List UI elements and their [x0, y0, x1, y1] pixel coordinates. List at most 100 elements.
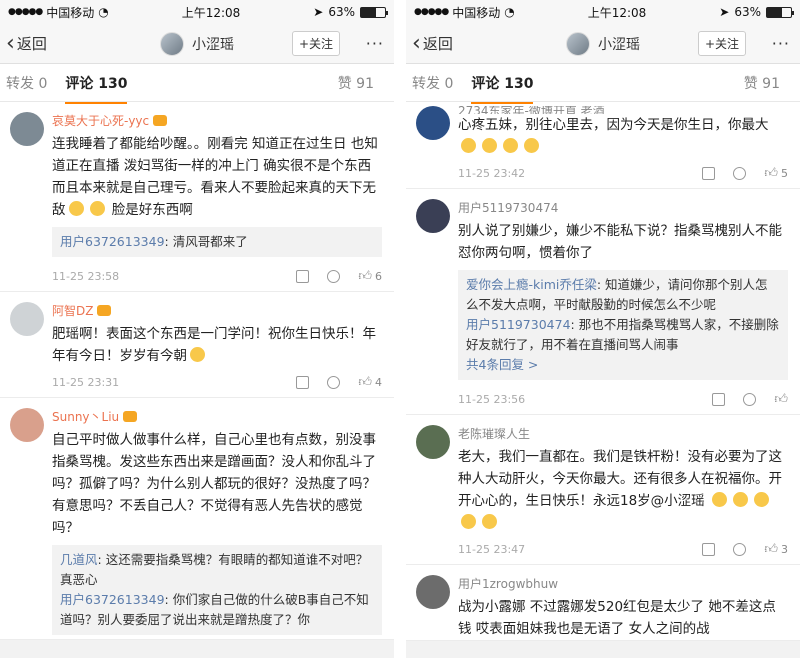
- like-button[interactable]: 👍︎ 6: [358, 269, 382, 284]
- back-button[interactable]: ‹ 返回: [412, 30, 453, 56]
- like-button[interactable]: 👍︎ 5: [764, 166, 788, 181]
- location-icon: ➤: [313, 5, 324, 19]
- comment-author[interactable]: 哀莫大于心死-yyc: [52, 112, 382, 129]
- follow-button[interactable]: +关注: [697, 31, 746, 56]
- comment-meta: 11-25 23:42 👍︎ 5: [458, 158, 788, 188]
- edit-icon[interactable]: [702, 542, 716, 556]
- comment-author[interactable]: 老陈璀璨人生: [458, 425, 788, 442]
- comment-author[interactable]: 用户1zrogwbhuw: [458, 575, 788, 592]
- tab-reposts[interactable]: 转发 0: [406, 73, 453, 93]
- comment-icon[interactable]: [327, 375, 341, 389]
- edit-icon[interactable]: [702, 166, 716, 180]
- comment-text: 战为小露娜 不过露娜发520红包是太少了 她不差这点钱 哎表面姐妹我也是无语了 …: [458, 599, 776, 637]
- clock: 上午12:08: [587, 5, 647, 20]
- emoji-icon: [524, 138, 539, 153]
- avatar[interactable]: [10, 112, 44, 146]
- author-name: 阿智DZ: [52, 304, 94, 318]
- profile-name: 小涩瑶: [192, 36, 234, 53]
- comment-text: 连我睡着了都能给吵醒。。刚看完 知道正在过生日 也知道正在直播 泼妇骂街一样的冲…: [52, 133, 382, 221]
- reply-author[interactable]: 爱你会上瘾-kimi乔任梁: [466, 277, 597, 292]
- emoji-icon: [482, 514, 497, 529]
- back-button[interactable]: ‹ 返回: [6, 30, 47, 56]
- comment-item: 用户1zrogwbhuw 战为小露娜 不过露娜发520红包是太少了 她不差这点钱…: [406, 565, 800, 641]
- like-count: 4: [375, 375, 382, 389]
- tab-reposts[interactable]: 转发 0: [0, 73, 47, 93]
- reply-author[interactable]: 几道风: [60, 552, 98, 567]
- tab-likes[interactable]: 赞 91: [744, 73, 780, 93]
- avatar[interactable]: [10, 408, 44, 442]
- more-icon[interactable]: ···: [366, 34, 384, 53]
- comment-body: 心疼五妹，别往心里去，因为今天是你生日，你最大: [458, 117, 769, 133]
- comment-author[interactable]: Sunny丶Liu: [52, 408, 382, 425]
- comment-author[interactable]: 用户5119730474: [458, 199, 788, 216]
- comment-body: 肥瑶啊！表面这个东西是一门学问！祝你生日快乐！年年有今日！岁岁有今朝: [52, 326, 376, 364]
- chevron-left-icon: ‹: [412, 30, 421, 56]
- emoji-icon: [732, 492, 748, 507]
- wifi-icon: ◔: [504, 5, 515, 19]
- follow-button[interactable]: +关注: [291, 31, 340, 56]
- tab-likes[interactable]: 赞 91: [338, 73, 374, 93]
- avatar[interactable]: [10, 302, 44, 336]
- more-icon[interactable]: ···: [772, 34, 790, 53]
- signal-icon: ●●●●●: [414, 7, 449, 17]
- reply-text: : 清风哥都来了: [164, 234, 248, 249]
- comment-text: 别人说了别嫌少，嫌少不能私下说？指桑骂槐别人不能怼你两句啊，惯着你了: [458, 223, 782, 261]
- comment-author[interactable]: 2734东家年-微博开直 老酒: [458, 106, 788, 114]
- clock: 上午12:08: [181, 5, 241, 20]
- avatar: [160, 31, 184, 56]
- edit-icon[interactable]: [296, 269, 310, 283]
- author-name: 老陈璀璨人生: [458, 427, 531, 441]
- emoji-icon: [503, 138, 518, 153]
- like-button[interactable]: 👍︎ 3: [764, 542, 788, 557]
- thumbs-up-icon: 👍︎: [764, 541, 778, 557]
- comment-icon[interactable]: [733, 542, 747, 556]
- like-button[interactable]: 👍︎ 4: [358, 375, 382, 390]
- wifi-icon: ◔: [98, 5, 109, 19]
- vip-badge-icon: [123, 411, 138, 422]
- like-count: 5: [781, 166, 788, 180]
- tab-comments[interactable]: 评论 130: [65, 73, 128, 104]
- emoji-icon: [461, 514, 476, 529]
- edit-icon[interactable]: [296, 375, 310, 389]
- comment-item: 哀莫大于心死-yyc 连我睡着了都能给吵醒。。刚看完 知道正在过生日 也知道正在…: [0, 102, 394, 292]
- more-replies-link[interactable]: 共4条回复 >: [466, 355, 780, 375]
- reply-author[interactable]: 用户6372613349: [60, 234, 165, 249]
- avatar[interactable]: [416, 425, 450, 459]
- avatar[interactable]: [416, 199, 450, 233]
- comment-text: 自己平时做人做事什么样，自己心里也有点数，别没事指桑骂槐。发这些东西出来是蹭画面…: [52, 432, 376, 536]
- nav-bar: ‹ 返回 小涩瑶 +关注 ···: [0, 24, 394, 64]
- reply-author[interactable]: 用户6372613349: [60, 592, 165, 607]
- profile-header[interactable]: 小涩瑶: [160, 31, 234, 56]
- edit-icon[interactable]: [712, 392, 726, 406]
- reply-text: : 这还需要指桑骂槐？有眼睛的都知道谁不对吧？真恶心: [60, 552, 369, 587]
- comment-text: 老大，我们一直都在。我们是铁杆粉！没有必要为了这种人大动肝火，今天你最大。还有很…: [458, 446, 788, 534]
- comment-meta: 11-25 23:58 👍︎ 6: [52, 261, 382, 291]
- status-bar: ●●●●● 中国移动 ◔ 上午12:08 ➤ 63%: [0, 0, 394, 24]
- comment-item: 用户5119730474 别人说了别嫌少，嫌少不能私下说？指桑骂槐别人不能怼你两…: [406, 189, 800, 415]
- carrier: 中国移动: [46, 5, 95, 20]
- battery-icon: [766, 6, 794, 18]
- author-name: 用户5119730474: [458, 201, 559, 215]
- chevron-left-icon: ‹: [6, 30, 15, 56]
- author-name: 哀莫大于心死-yyc: [52, 114, 150, 128]
- reply-author[interactable]: 用户5119730474: [466, 317, 571, 332]
- reply-box[interactable]: 用户6372613349: 清风哥都来了: [52, 227, 382, 257]
- comment-time: 11-25 23:31: [52, 375, 120, 389]
- reply-box[interactable]: 爱你会上瘾-kimi乔任梁: 知道嫌少，请问你那个别人怎么不发大点啊，平时献殷勤…: [458, 270, 788, 380]
- battery-percent: 63%: [734, 5, 761, 19]
- emoji-icon: [711, 492, 727, 507]
- comment-icon[interactable]: [733, 166, 747, 180]
- thumbs-up-icon: 👍︎: [774, 391, 788, 407]
- comment-author[interactable]: 阿智DZ: [52, 302, 382, 319]
- profile-header[interactable]: 小涩瑶: [566, 31, 640, 56]
- tab-comments[interactable]: 评论 130: [471, 73, 534, 104]
- like-button[interactable]: 👍︎: [774, 392, 788, 407]
- avatar[interactable]: [416, 575, 450, 609]
- comment-icon[interactable]: [743, 392, 757, 406]
- comment-icon[interactable]: [327, 269, 341, 283]
- like-count: 6: [375, 269, 382, 283]
- comment-meta: 11-25 23:47 👍︎ 3: [458, 534, 788, 564]
- avatar[interactable]: [416, 106, 450, 140]
- comment-time: 11-25 23:42: [458, 166, 526, 180]
- reply-box[interactable]: 几道风: 这还需要指桑骂槐？有眼睛的都知道谁不对吧？真恶心 用户63726133…: [52, 545, 382, 635]
